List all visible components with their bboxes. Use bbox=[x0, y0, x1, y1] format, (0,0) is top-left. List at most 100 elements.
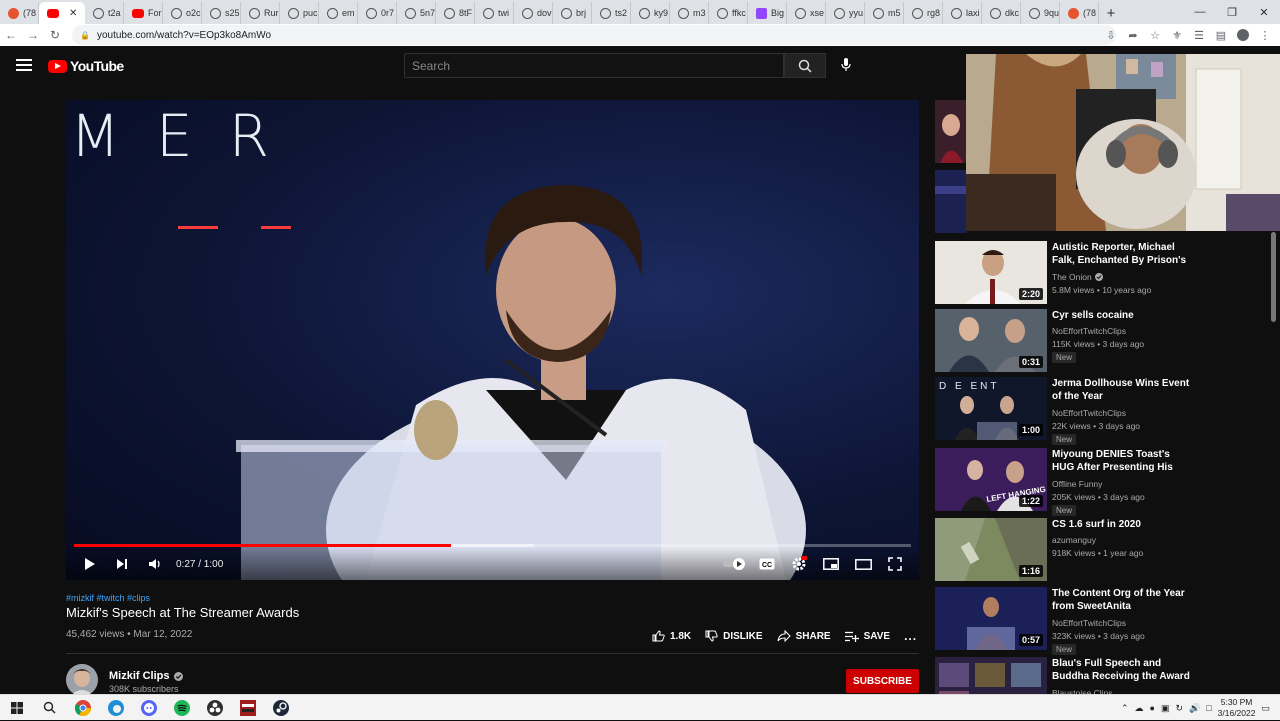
browser-tab[interactable]: rg8 bbox=[904, 2, 943, 24]
search-icon[interactable] bbox=[33, 695, 66, 721]
autoplay-toggle[interactable] bbox=[719, 548, 751, 580]
new-tab-button[interactable]: + bbox=[1099, 2, 1123, 24]
browser-tab[interactable]: ts2 bbox=[592, 2, 631, 24]
install-icon[interactable]: ⇩ bbox=[1102, 26, 1120, 44]
recommended-channel[interactable]: NoEffortTwitchClips bbox=[1052, 618, 1126, 628]
browser-tab[interactable]: ffkc bbox=[709, 2, 748, 24]
tray-app-icon[interactable]: ▣ bbox=[1161, 703, 1170, 714]
youtube-logo[interactable]: YouTube bbox=[48, 58, 124, 74]
browser-tab[interactable]: t2a bbox=[85, 2, 124, 24]
share-page-icon[interactable]: ➦ bbox=[1124, 26, 1142, 44]
browser-tab[interactable]: m3 bbox=[670, 2, 709, 24]
obs-icon[interactable] bbox=[198, 695, 231, 721]
address-bar[interactable]: 🔒 youtube.com/watch?v=EOp3ko8AmWo bbox=[72, 25, 1116, 45]
fullscreen-button[interactable] bbox=[879, 548, 911, 580]
captions-button[interactable]: CC bbox=[751, 548, 783, 580]
video-thumbnail[interactable]: 2:20 bbox=[935, 241, 1047, 304]
steam-icon[interactable] bbox=[264, 695, 297, 721]
browser-tab[interactable]: 0r7 bbox=[358, 2, 397, 24]
play-button[interactable] bbox=[74, 548, 106, 580]
recommended-channel[interactable]: NoEffortTwitchClips bbox=[1052, 326, 1126, 336]
video-thumbnail[interactable]: LEFT HANGING 1:22 bbox=[935, 448, 1047, 511]
browser-tab[interactable]: (78 bbox=[1060, 2, 1099, 24]
recommended-video-title[interactable]: Miyoung DENIES Toast's HUG After Present… bbox=[1052, 448, 1192, 475]
browser-tab[interactable]: ✕ bbox=[39, 2, 85, 24]
close-window-icon[interactable]: ✕ bbox=[1248, 0, 1280, 24]
video-player[interactable]: MER 0:27 / 1:00 CC bbox=[66, 100, 919, 580]
volume-button[interactable] bbox=[138, 548, 170, 580]
tab-search-icon[interactable]: ▤ bbox=[1212, 26, 1230, 44]
bookmark-star-icon[interactable]: ☆ bbox=[1146, 26, 1164, 44]
next-button[interactable] bbox=[106, 548, 138, 580]
search-button[interactable] bbox=[784, 53, 826, 78]
media-control-icon[interactable]: ☰ bbox=[1190, 26, 1208, 44]
tray-update-icon[interactable]: ↻ bbox=[1175, 703, 1183, 714]
recommended-video-title[interactable]: Blau's Full Speech and Buddha Receiving … bbox=[1052, 657, 1192, 684]
sidebar-scrollbar[interactable] bbox=[1271, 232, 1276, 322]
edge-icon[interactable] bbox=[99, 695, 132, 721]
browser-tab[interactable]: dov bbox=[514, 2, 553, 24]
miniplayer-button[interactable] bbox=[815, 548, 847, 580]
browser-tab[interactable]: 5n7 bbox=[397, 2, 436, 24]
recommended-video-title[interactable]: CS 1.6 surf in 2020 bbox=[1052, 518, 1192, 531]
recommended-video-title[interactable]: Cyr sells cocaine bbox=[1052, 309, 1192, 322]
browser-tab[interactable]: puc bbox=[280, 2, 319, 24]
save-button[interactable]: SAVE bbox=[844, 631, 890, 642]
system-clock[interactable]: 5:30 PM 3/16/2022 bbox=[1218, 697, 1256, 719]
restore-icon[interactable]: ❐ bbox=[1216, 0, 1248, 24]
browser-tab[interactable]: yyu bbox=[826, 2, 865, 24]
minimize-icon[interactable]: — bbox=[1184, 0, 1216, 24]
browser-tab[interactable]: Big bbox=[748, 2, 787, 24]
forward-icon[interactable]: → bbox=[22, 24, 44, 46]
browser-tab[interactable]: m5 bbox=[865, 2, 904, 24]
network-icon[interactable]: □ bbox=[1206, 703, 1211, 713]
browser-tab[interactable]: brj bbox=[553, 2, 592, 24]
subscribe-button[interactable]: SUBSCRIBE bbox=[846, 669, 919, 693]
extensions-icon[interactable]: ⚜ bbox=[1168, 26, 1186, 44]
app-icon[interactable] bbox=[231, 695, 264, 721]
search-input[interactable]: Search bbox=[404, 53, 784, 78]
back-icon[interactable]: ← bbox=[0, 24, 22, 46]
notifications-icon[interactable]: ▭ bbox=[1261, 703, 1270, 714]
theater-mode-button[interactable] bbox=[847, 548, 879, 580]
video-thumbnail[interactable]: 0:57 bbox=[935, 587, 1047, 650]
browser-tab[interactable]: ky9 bbox=[631, 2, 670, 24]
browser-tab[interactable]: dkc bbox=[982, 2, 1021, 24]
tray-microphone-icon[interactable]: ● bbox=[1150, 703, 1155, 713]
browser-tab[interactable]: 8tF bbox=[436, 2, 475, 24]
recommended-video-title[interactable]: The Content Org of the Year from SweetAn… bbox=[1052, 587, 1192, 613]
video-progress-bar[interactable] bbox=[74, 544, 911, 547]
recommended-channel[interactable]: azumanguy bbox=[1052, 535, 1096, 545]
browser-menu-icon[interactable]: ⋮ bbox=[1256, 26, 1274, 44]
video-thumbnail[interactable]: 0:31 bbox=[935, 309, 1047, 372]
browser-tab[interactable]: em bbox=[319, 2, 358, 24]
like-button[interactable]: 1.8K bbox=[652, 630, 691, 642]
reload-icon[interactable]: ↻ bbox=[44, 24, 66, 46]
video-thumbnail[interactable]: D E ENT 1:00 bbox=[935, 377, 1047, 440]
windows-start-icon[interactable] bbox=[0, 695, 33, 721]
browser-tab[interactable]: For bbox=[124, 2, 163, 24]
channel-avatar[interactable] bbox=[66, 664, 98, 696]
share-button[interactable]: SHARE bbox=[777, 630, 831, 642]
recommended-video-title[interactable]: Jerma Dollhouse Wins Event of the Year bbox=[1052, 377, 1192, 403]
spotify-icon[interactable] bbox=[165, 695, 198, 721]
browser-tab[interactable]: twi bbox=[475, 2, 514, 24]
cloud-icon[interactable]: ☁ bbox=[1135, 703, 1144, 714]
speaker-icon[interactable]: 🔊 bbox=[1189, 703, 1200, 714]
recommended-channel[interactable]: Offline Funny bbox=[1052, 479, 1102, 489]
discord-icon[interactable] bbox=[132, 695, 165, 721]
recommended-channel[interactable]: NoEffortTwitchClips bbox=[1052, 408, 1126, 418]
voice-search-button[interactable] bbox=[834, 53, 858, 77]
more-actions-button[interactable]: ... bbox=[904, 629, 917, 643]
browser-tab[interactable]: (78 bbox=[0, 2, 39, 24]
settings-button[interactable] bbox=[783, 548, 815, 580]
recommended-channel[interactable]: The Onion bbox=[1052, 272, 1103, 282]
browser-tab[interactable]: Rur bbox=[241, 2, 280, 24]
close-tab-icon[interactable]: ✕ bbox=[69, 8, 77, 19]
chrome-icon[interactable] bbox=[66, 695, 99, 721]
menu-icon[interactable] bbox=[16, 59, 32, 71]
browser-tab[interactable]: laxi bbox=[943, 2, 982, 24]
recommended-video-title[interactable]: Autistic Reporter, Michael Falk, Enchant… bbox=[1052, 241, 1192, 268]
dislike-button[interactable]: DISLIKE bbox=[705, 630, 763, 642]
browser-tab[interactable]: o2c bbox=[163, 2, 202, 24]
